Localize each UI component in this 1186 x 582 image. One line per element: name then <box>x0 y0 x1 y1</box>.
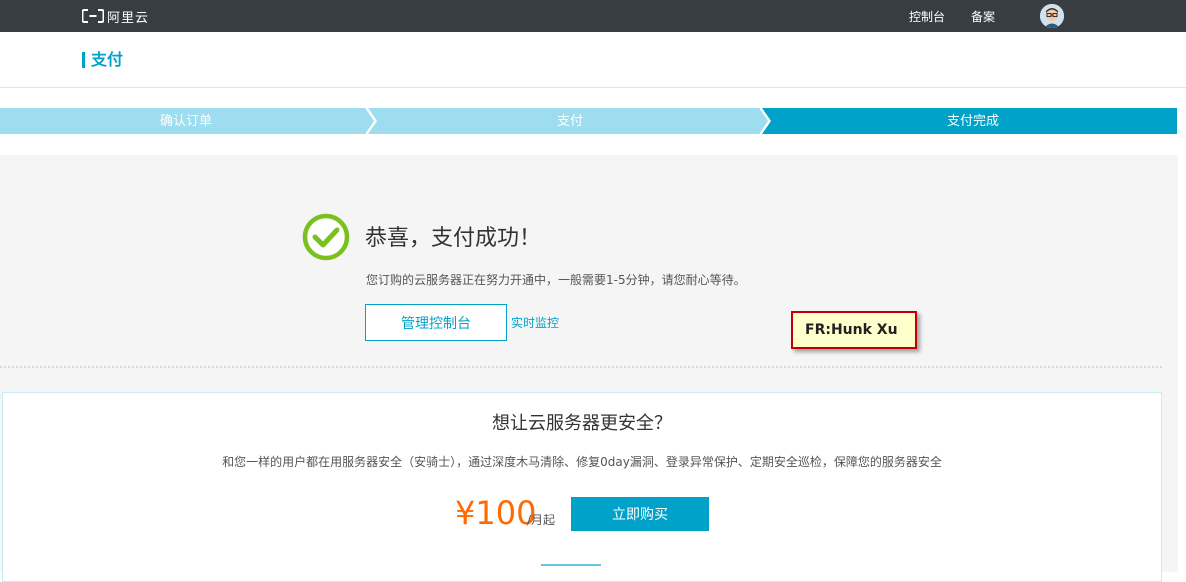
check-circle-icon <box>302 213 350 261</box>
aliyun-logo[interactable]: 阿里云 <box>82 7 150 26</box>
manage-console-button[interactable]: 管理控制台 <box>365 304 507 341</box>
promo-price: ¥100 <box>455 494 537 532</box>
avatar-icon <box>1040 4 1064 28</box>
top-navigation-bar: 阿里云 控制台 备案 <box>0 0 1186 32</box>
promo-description: 和您一样的用户都在用服务器安全（安骑士），通过深度木马清除、修复0day漏洞、登… <box>222 455 942 469</box>
annotation-note: FR:Hunk Xu <box>791 311 917 349</box>
user-avatar[interactable] <box>1040 4 1064 28</box>
promo-price-unit: /月起 <box>527 513 556 527</box>
realtime-monitor-link[interactable]: 实时监控 <box>511 314 559 331</box>
buy-now-button[interactable]: 立即购买 <box>571 497 709 531</box>
step-pay-complete: 支付完成 <box>946 114 999 129</box>
success-description: 您订购的云服务器正在努力开通中，一般需要1-5分钟，请您耐心等待。 <box>366 273 746 287</box>
page-title-row: 支付 <box>0 32 1186 88</box>
step-progress-bar: 确认订单 支付 支付完成 <box>0 108 1177 134</box>
logo-text: 阿里云 <box>107 10 150 26</box>
nav-console-link[interactable]: 控制台 <box>909 8 945 25</box>
nav-beian-link[interactable]: 备案 <box>971 8 995 25</box>
page-title: 支付 <box>82 50 123 70</box>
promo-more-link-cropped[interactable] <box>541 564 601 572</box>
promo-title: 想让云服务器更安全？ <box>492 413 672 434</box>
dotted-divider <box>0 366 1162 368</box>
aliyun-logo-icon <box>82 9 104 23</box>
success-title: 恭喜，支付成功！ <box>365 226 542 251</box>
step-pay: 支付 <box>556 114 583 129</box>
step-confirm-order: 确认订单 <box>159 114 212 129</box>
